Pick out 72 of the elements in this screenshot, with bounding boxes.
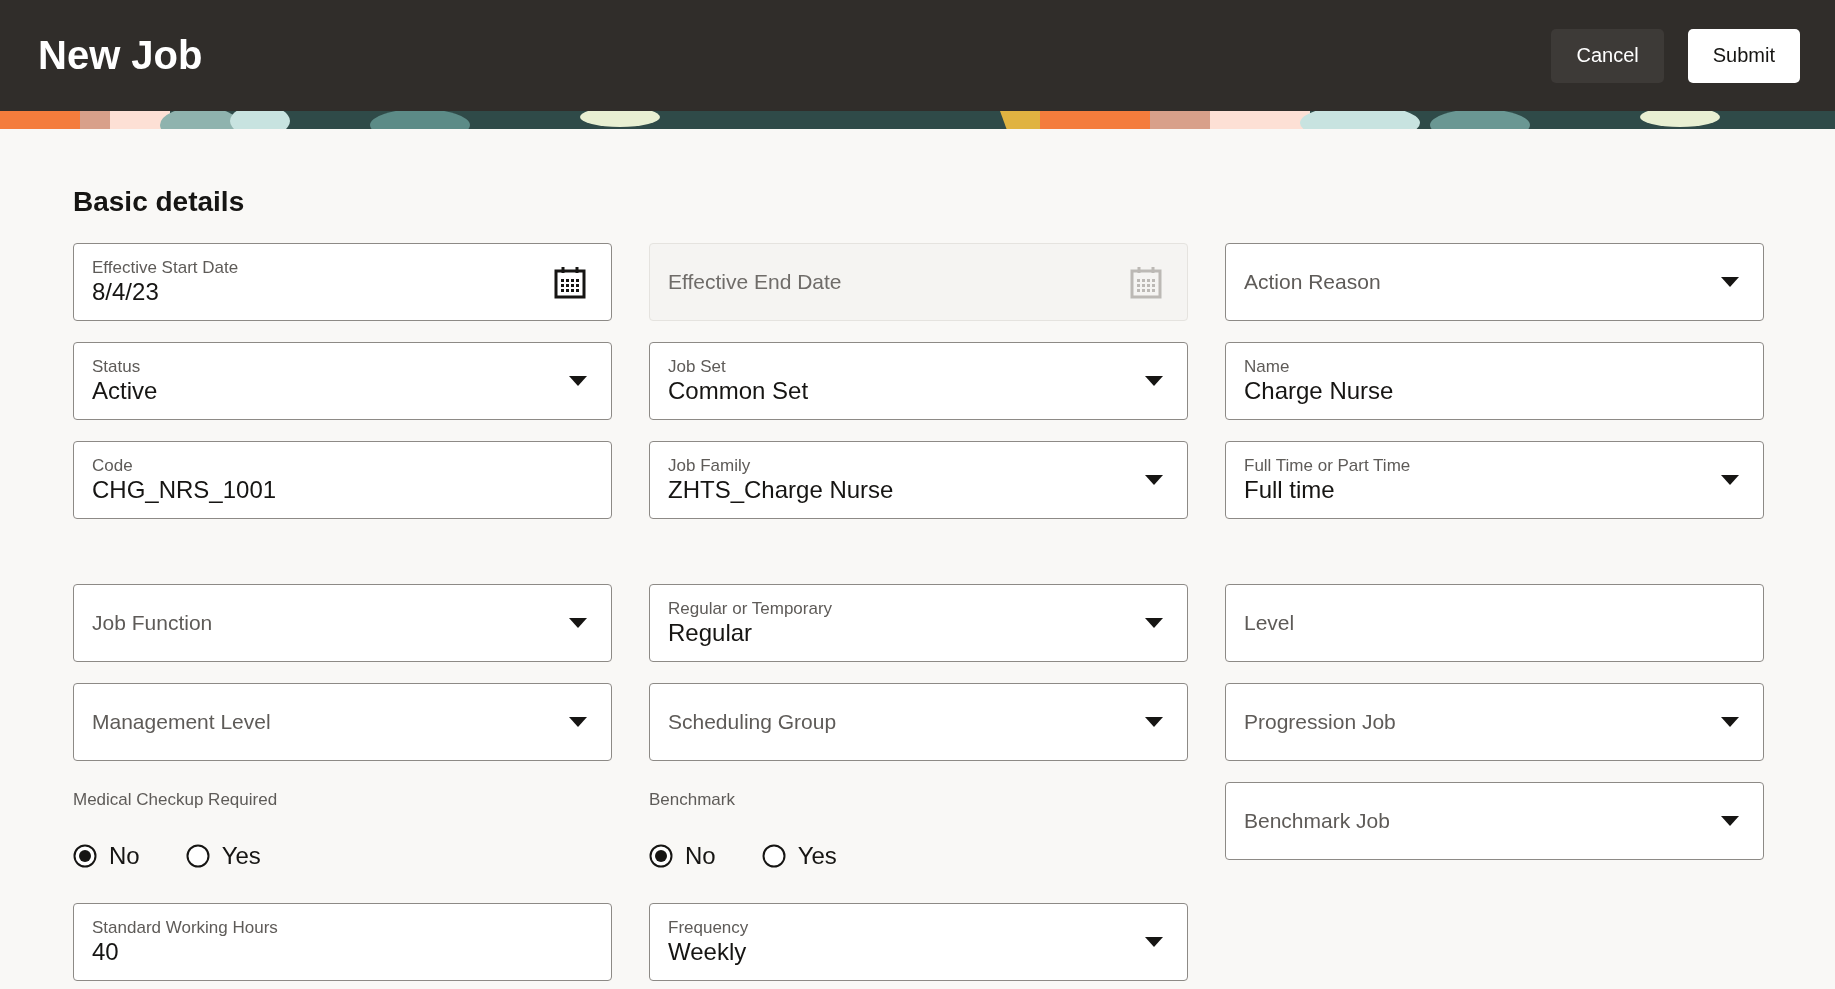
field-label: Standard Working Hours (92, 918, 279, 939)
text-field[interactable]: Standard Working Hours 40 (73, 903, 612, 981)
dropdown-field[interactable]: Job Function (73, 584, 612, 662)
field-label: Action Reason (1244, 270, 1382, 294)
radio-icon[interactable] (185, 844, 210, 868)
date-field[interactable]: Effective Start Date 8/4/23 (73, 243, 612, 321)
caret-icon[interactable] (1145, 618, 1163, 628)
field-label: Benchmark Job (1244, 809, 1391, 833)
field-label: Progression Job (1244, 710, 1397, 734)
dropdown-field[interactable]: Progression Job (1225, 683, 1764, 761)
dropdown-field[interactable]: Regular or Temporary Regular (649, 584, 1188, 662)
submit-button[interactable]: Submit (1687, 28, 1800, 83)
caret-icon[interactable] (1721, 816, 1739, 826)
radio-icon[interactable] (649, 844, 673, 868)
field-value: 8/4/23 (92, 278, 160, 306)
text-field[interactable]: Level (1225, 584, 1764, 662)
field-label: Management Level (92, 710, 272, 734)
caret-icon[interactable] (1721, 277, 1739, 287)
text-field[interactable]: Name Charge Nurse (1225, 342, 1764, 420)
caret-icon[interactable] (569, 717, 587, 727)
field-label: Level (1244, 611, 1296, 635)
group-label: Medical Checkup Required (73, 790, 279, 810)
field-label: Frequency (668, 918, 750, 939)
field-label: Job Function (92, 611, 214, 635)
field-label: Scheduling Group (668, 710, 838, 734)
field-label: Effective End Date (668, 270, 843, 294)
dropdown-field[interactable]: Job Set Common Set (649, 342, 1188, 420)
cancel-button[interactable]: Cancel (1551, 28, 1664, 83)
field-label: Full Time or Part Time (1244, 456, 1412, 477)
radio-icon[interactable] (761, 844, 786, 868)
field-label: Status (92, 357, 142, 378)
field-value: Active (92, 377, 159, 405)
caret-icon[interactable] (1721, 717, 1739, 727)
field-label: Job Set (668, 357, 727, 378)
field-label: Name (1244, 357, 1291, 378)
caret-icon[interactable] (1145, 475, 1163, 485)
field-value: Charge Nurse (1244, 377, 1395, 405)
field-label: Job Family (668, 456, 752, 477)
dropdown-field[interactable]: Management Level (73, 683, 612, 761)
caret-icon[interactable] (1145, 937, 1163, 947)
radio-icon[interactable] (73, 844, 97, 868)
field-value: CHG_NRS_1001 (92, 476, 278, 504)
field-label: Effective Start Date (92, 258, 240, 279)
caret-icon[interactable] (569, 618, 587, 628)
field-value: Full time (1244, 476, 1336, 504)
calendar-icon[interactable] (553, 265, 587, 299)
radio-option[interactable]: No (73, 842, 140, 870)
radio-option[interactable]: Yes (761, 842, 837, 870)
dropdown-field[interactable]: Full Time or Part Time Full time (1225, 441, 1764, 519)
field-value: ZHTS_Charge Nurse (668, 476, 895, 504)
caret-icon[interactable] (1721, 475, 1739, 485)
caret-icon[interactable] (1145, 717, 1163, 727)
section-title: Basic details (73, 186, 246, 218)
dropdown-field[interactable]: Status Active (73, 342, 612, 420)
field-label: Code (92, 456, 134, 477)
field-value: Weekly (668, 938, 748, 966)
caret-icon[interactable] (569, 376, 587, 386)
field-value: Common Set (668, 377, 810, 405)
dropdown-field[interactable]: Benchmark Job (1225, 782, 1764, 860)
dropdown-field[interactable]: Job Family ZHTS_Charge Nurse (649, 441, 1188, 519)
caret-icon[interactable] (1145, 376, 1163, 386)
dropdown-field[interactable]: Frequency Weekly (649, 903, 1188, 981)
radio-option[interactable]: No (649, 842, 716, 870)
radio-option[interactable]: Yes (185, 842, 261, 870)
dropdown-field[interactable]: Scheduling Group (649, 683, 1188, 761)
text-field[interactable]: Code CHG_NRS_1001 (73, 441, 612, 519)
field-value: 40 (92, 938, 120, 966)
dropdown-field[interactable]: Action Reason (1225, 243, 1764, 321)
field-label: Regular or Temporary (668, 599, 834, 620)
group-label: Benchmark (649, 790, 736, 810)
page-title: New Job (38, 33, 203, 78)
field-value: Regular (668, 619, 754, 647)
